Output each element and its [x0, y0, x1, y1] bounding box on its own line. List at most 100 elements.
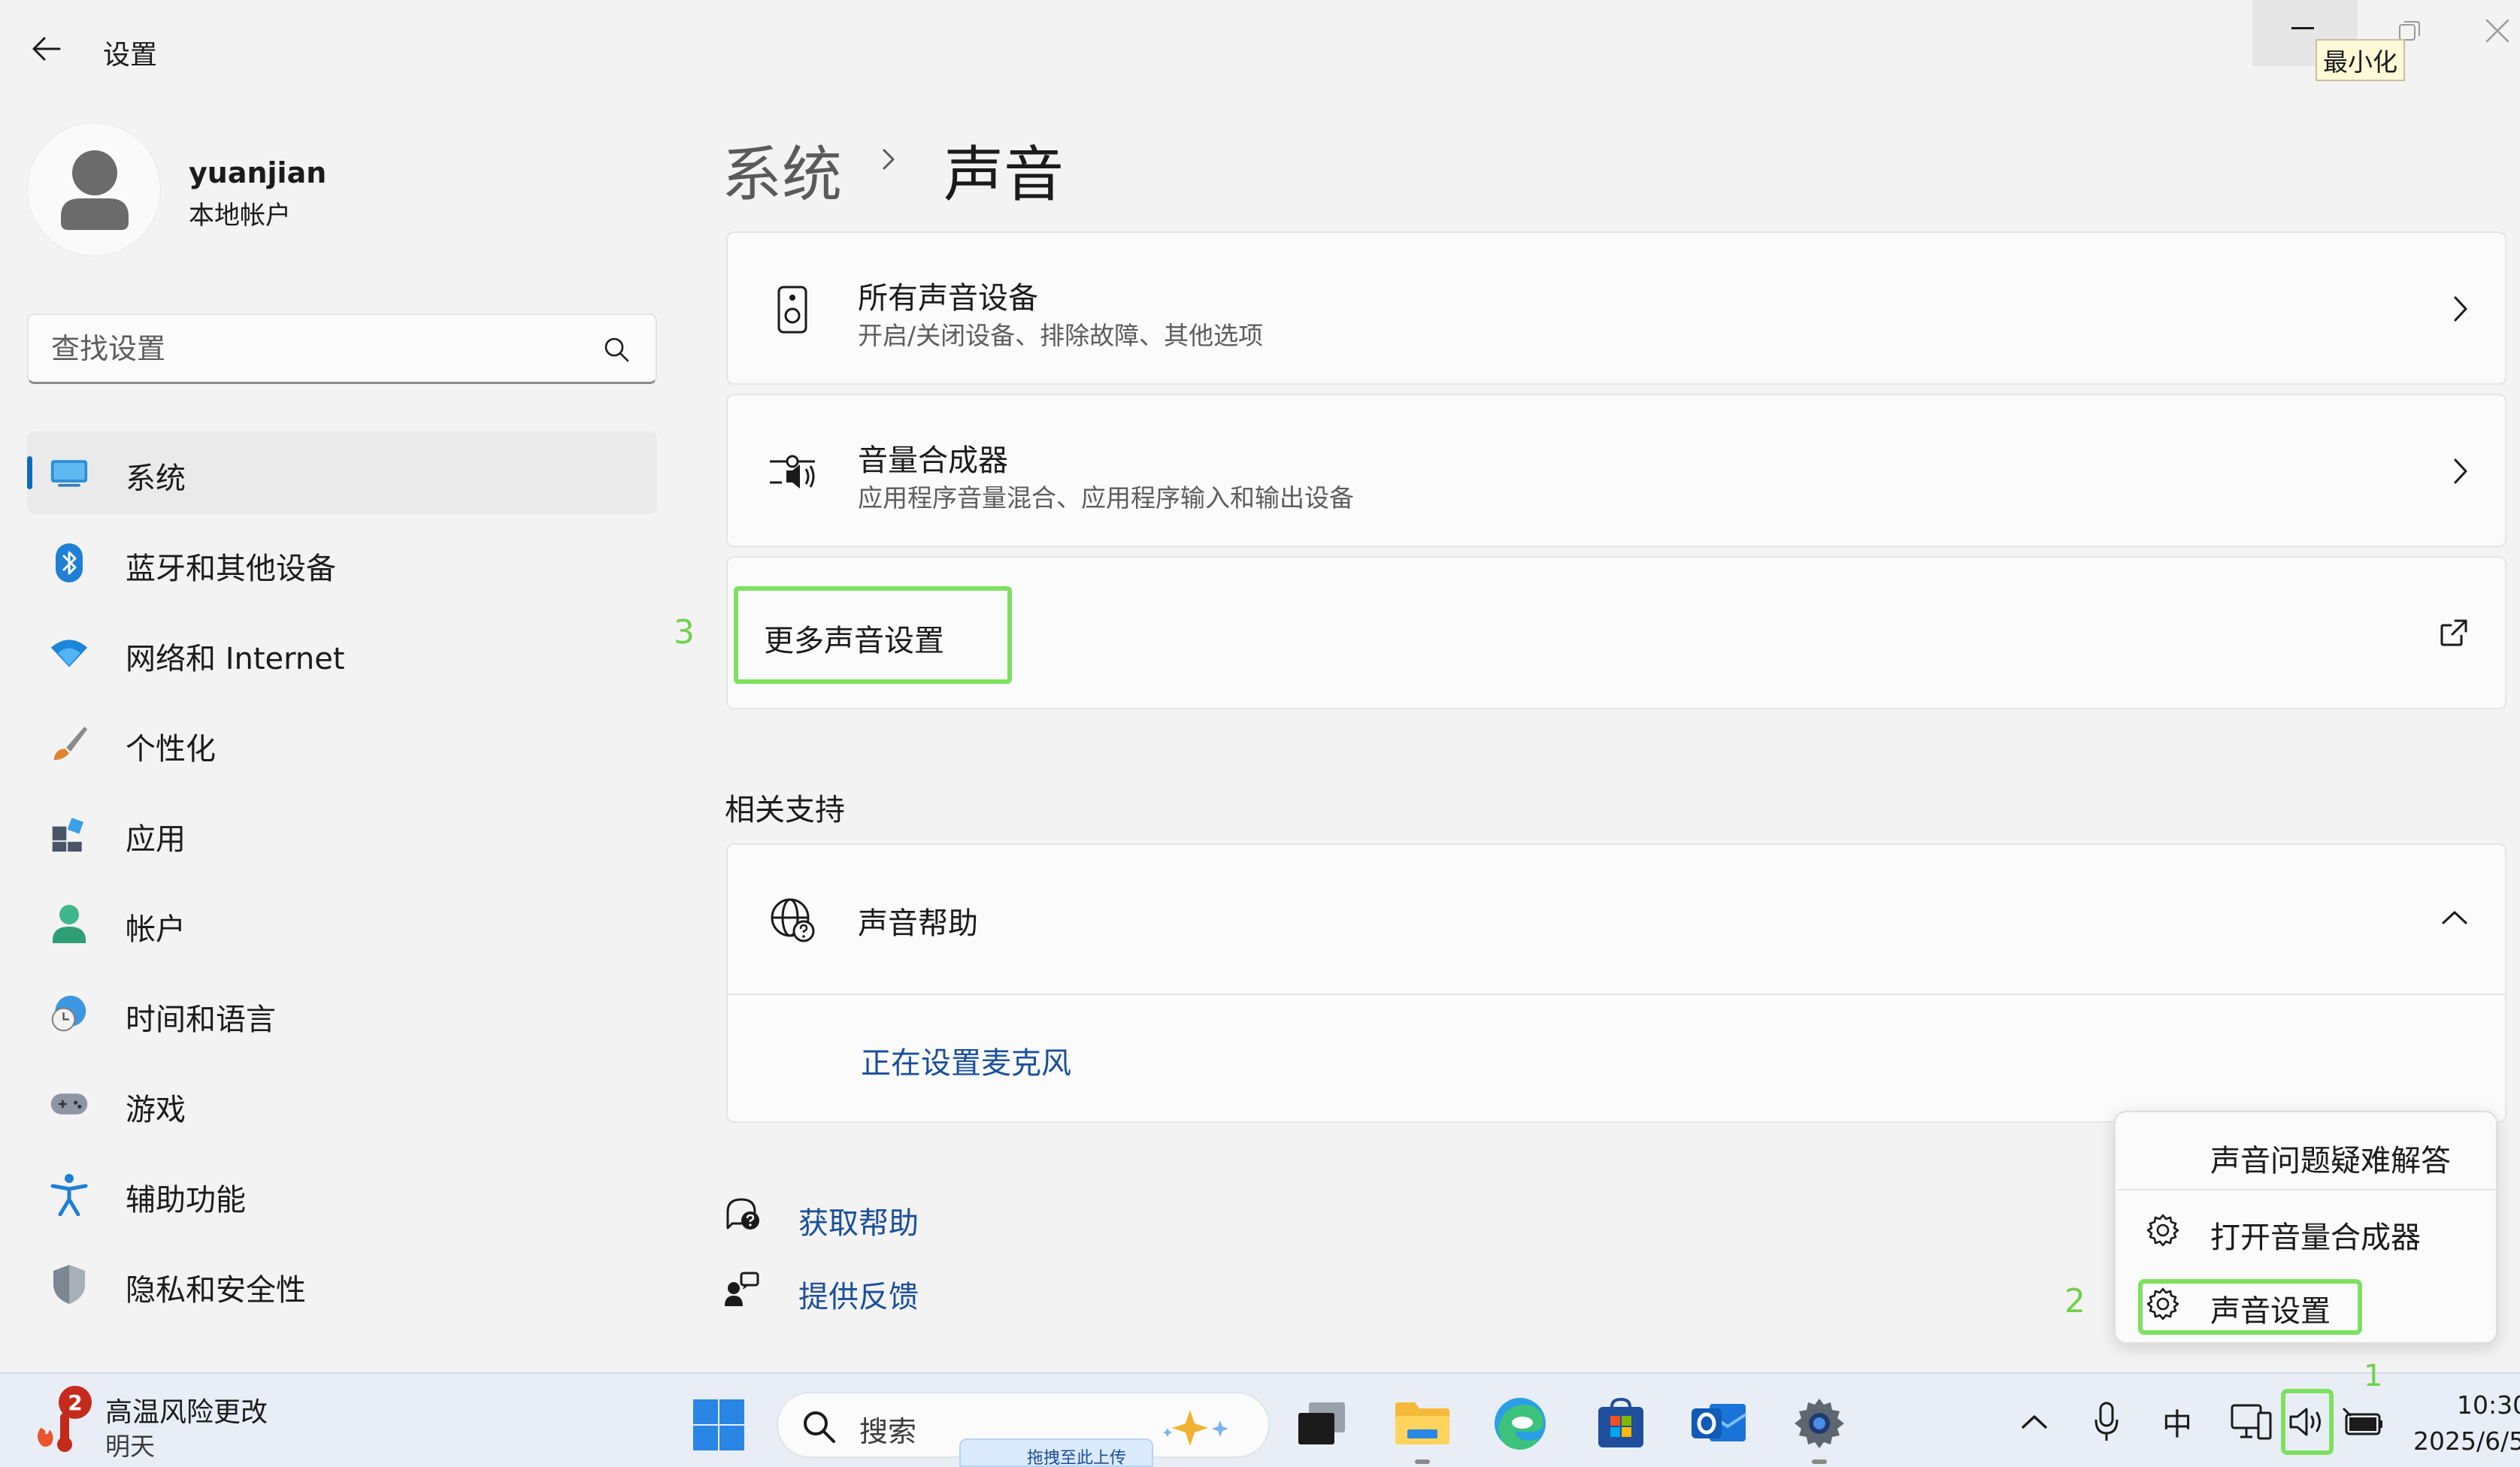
- volume-button[interactable]: [2285, 1399, 2329, 1444]
- sidebar-item-label: 时间和语言: [126, 1003, 276, 1037]
- chevron-right-icon: [2452, 295, 2469, 323]
- system-display-icon: [50, 453, 89, 492]
- sidebar-item-label: 应用: [126, 822, 186, 857]
- clock-time[interactable]: 10:30: [2457, 1390, 2520, 1420]
- account-type: 本地帐户: [189, 201, 291, 231]
- sidebar-item-label: 网络和 Internet: [126, 642, 345, 676]
- setup-microphone-link[interactable]: 正在设置麦克风: [861, 1039, 1071, 1082]
- chevron-up-icon[interactable]: [2440, 909, 2469, 926]
- weather-title: 高温风险更改: [105, 1397, 268, 1428]
- sidebar-item-system[interactable]: 系统: [27, 431, 657, 514]
- back-button[interactable]: [20, 26, 72, 72]
- sidebar-item-network[interactable]: 网络和 Internet: [27, 612, 657, 694]
- speaker-volume-icon: [2289, 1408, 2321, 1436]
- get-help-icon: [723, 1195, 761, 1233]
- gear-icon: [2146, 1287, 2180, 1321]
- store-button[interactable]: [1589, 1392, 1652, 1455]
- chevron-right-icon: [2452, 457, 2469, 485]
- task-view-icon: [1298, 1402, 1345, 1444]
- menu-item-troubleshoot[interactable]: 声音问题疑难解答: [2116, 1121, 2496, 1187]
- search-icon[interactable]: [603, 336, 630, 363]
- feedback-icon: [723, 1270, 761, 1308]
- wifi-icon: [50, 634, 89, 673]
- sidebar-item-privacy[interactable]: 隐私和安全性: [27, 1243, 657, 1326]
- account-icon: [50, 904, 89, 943]
- globe-help-icon: [768, 896, 816, 944]
- step-number-2: 2: [2064, 1282, 2085, 1320]
- chevron-up-icon: [2022, 1415, 2047, 1429]
- file-explorer-button[interactable]: [1391, 1392, 1454, 1455]
- feedback-link[interactable]: 提供反馈: [798, 1272, 919, 1316]
- running-indicator: [1415, 1459, 1430, 1464]
- close-button[interactable]: [2485, 18, 2510, 44]
- clock-date[interactable]: 2025/6/5: [2413, 1426, 2520, 1456]
- menu-item-sound-settings[interactable]: 声音设置: [2116, 1272, 2496, 1338]
- step-number-1: 1: [2364, 1359, 2383, 1393]
- start-button[interactable]: [692, 1398, 746, 1452]
- sidebar-item-bluetooth[interactable]: 蓝牙和其他设备: [27, 522, 657, 604]
- settings-search-box[interactable]: [27, 313, 657, 384]
- menu-item-open-mixer[interactable]: 打开音量合成器: [2116, 1198, 2496, 1264]
- running-indicator: [1812, 1459, 1827, 1464]
- ime-indicator[interactable]: 中: [2156, 1399, 2198, 1444]
- search-input[interactable]: [51, 328, 577, 369]
- sidebar-item-label: 辅助功能: [126, 1183, 246, 1217]
- accessibility-icon: [50, 1174, 89, 1216]
- microphone-icon: [2094, 1402, 2119, 1441]
- speaker-icon: [768, 286, 816, 334]
- active-indicator: [27, 456, 32, 489]
- sidebar-item-time-language[interactable]: 时间和语言: [27, 972, 657, 1055]
- get-help-link[interactable]: 获取帮助: [798, 1199, 919, 1242]
- card-title: 所有声音设备: [858, 281, 1038, 316]
- menu-divider: [2117, 1189, 2497, 1190]
- step-number-3: 3: [674, 613, 695, 652]
- battery-button[interactable]: [2340, 1399, 2385, 1444]
- user-name: yuanjian: [189, 156, 327, 189]
- volume-mixer-card[interactable]: 音量合成器 应用程序音量混合、应用程序输入和输出设备: [726, 394, 2506, 547]
- more-sound-settings-highlight[interactable]: 更多声音设置: [734, 586, 1012, 684]
- sidebar-item-gaming[interactable]: 游戏: [27, 1063, 657, 1145]
- close-icon: [2485, 19, 2509, 43]
- outlook-button[interactable]: [1687, 1392, 1750, 1455]
- minimize-tooltip: 最小化: [2316, 39, 2405, 81]
- all-sound-devices-card[interactable]: 所有声音设备 开启/关闭设备、排除故障、其他选项: [726, 231, 2506, 385]
- network-button[interactable]: [2228, 1399, 2273, 1444]
- store-icon: [1598, 1397, 1643, 1447]
- card-subtitle: 开启/关闭设备、排除故障、其他选项: [858, 321, 1264, 350]
- sidebar-item-label: 隐私和安全性: [126, 1273, 306, 1308]
- microphone-button[interactable]: [2088, 1399, 2125, 1444]
- search-icon: [801, 1408, 837, 1444]
- sound-help-header[interactable]: 声音帮助: [728, 845, 2505, 994]
- avatar[interactable]: [27, 123, 161, 256]
- menu-item-label: 声音问题疑难解答: [2210, 1144, 2451, 1178]
- more-sound-settings-card[interactable]: 更多声音设置: [726, 556, 2506, 709]
- minimize-icon: [2291, 27, 2314, 29]
- settings-app-button[interactable]: [1788, 1392, 1851, 1455]
- sidebar-item-label: 蓝牙和其他设备: [126, 552, 336, 586]
- task-view-button[interactable]: [1290, 1392, 1353, 1455]
- edge-button[interactable]: [1489, 1392, 1552, 1455]
- show-hidden-icons-button[interactable]: [2015, 1399, 2054, 1444]
- windows-logo-icon: [693, 1399, 744, 1450]
- card-subtitle: 应用程序音量混合、应用程序输入和输出设备: [858, 483, 1354, 513]
- gamepad-icon: [50, 1084, 89, 1124]
- mixer-icon: [768, 448, 816, 496]
- back-arrow-icon: [32, 37, 61, 61]
- external-link-icon: [2439, 618, 2469, 648]
- sidebar-item-apps[interactable]: 应用: [27, 792, 657, 875]
- time-language-icon: [50, 994, 89, 1033]
- breadcrumb-parent[interactable]: 系统: [722, 126, 842, 213]
- brush-icon: [50, 724, 89, 763]
- card-title: 声音帮助: [858, 906, 978, 941]
- more-sound-settings-label: 更多声音设置: [764, 624, 944, 658]
- sidebar-item-accounts[interactable]: 帐户: [27, 882, 657, 965]
- divider: [728, 994, 2505, 995]
- sidebar-item-personalization[interactable]: 个性化: [27, 702, 657, 785]
- bluetooth-icon: [50, 543, 89, 582]
- sidebar-nav: 系统 蓝牙和其他设备 网络和 Internet 个性化 应用 帐户 时间和语言 …: [27, 431, 657, 1333]
- sidebar-item-accessibility[interactable]: 辅助功能: [27, 1153, 657, 1236]
- sparkle-icon: [1160, 1405, 1243, 1447]
- page-title: 声音: [943, 140, 1064, 210]
- apps-icon: [50, 814, 89, 853]
- gear-icon: [1795, 1399, 1844, 1448]
